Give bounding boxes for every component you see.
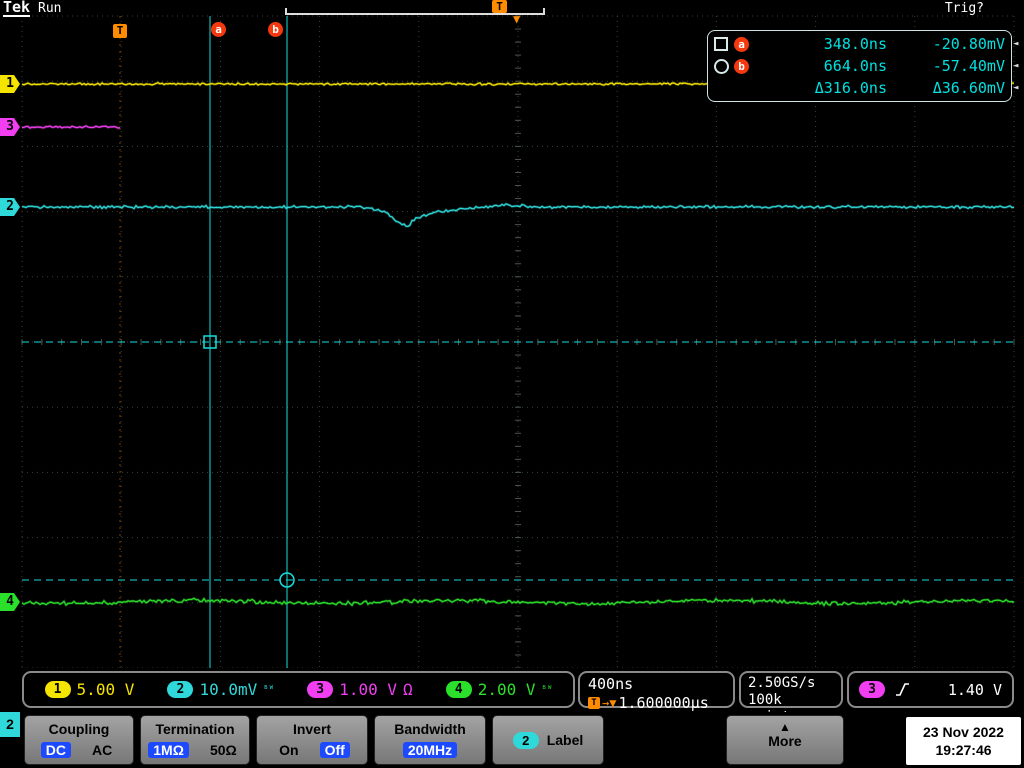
trigger-point-marker: T [113,24,127,38]
invert-on-option[interactable]: On [274,742,303,758]
cursor-b-time: 664.0ns [823,57,887,75]
cursor-b-badge-small: b [734,58,749,74]
trigger-delay: 1.600000µs [618,694,709,712]
timebase-readout: 400ns T →▼ 1.600000µs [578,671,735,712]
channel4-bandwidth-limit-icon: ᴮᵂ [541,684,553,695]
cursor-b-circle-icon [714,58,729,74]
bandwidth-title: Bandwidth [394,721,466,737]
invert-button[interactable]: Invert On Off [256,715,368,765]
cursor-readout-box: a 348.0ns -20.80mV b 664.0ns -57.40mV Δ3… [707,30,1012,102]
trigger-readout: 3 1.40 V [847,671,1014,708]
cursor-delta-time: Δ316.0ns [814,79,887,97]
cursor-a-time: 348.0ns [823,35,887,53]
channel3-volts-div: 1.00 V [339,680,397,699]
coupling-title: Coupling [48,721,110,737]
timebase-scale: 400ns [588,675,634,693]
termination-1meg-option[interactable]: 1MΩ [148,742,189,758]
tek-logo: Tek [3,0,31,17]
label-title: Label [546,732,584,748]
cursor-readout-arrow-icon: ◄ [1013,61,1019,71]
more-title: More [768,733,802,749]
coupling-ac-option[interactable]: AC [87,742,117,758]
cursor-a-square-icon [714,37,728,51]
status-bar: 1 5.00 V 2 10.0mV ᴮᵂ 3 1.00 V Ω 4 2.00 V… [0,668,1024,725]
cursor-readout-arrow-icon: ◄ [1013,83,1019,93]
record-trigger-marker: T [492,0,507,13]
sample-rate: 2.50GS/s [748,675,816,691]
time: 19:27:46 [935,742,992,758]
channel1-scale: 1 5.00 V [44,680,135,699]
termination-button[interactable]: Termination 1MΩ 50Ω [140,715,250,765]
date: 23 Nov 2022 [923,724,1004,740]
trigger-status: Trig? [944,1,984,16]
channel2-volts-div: 10.0mV [199,680,258,699]
channel2-badge: 2 [167,681,194,698]
acquisition-status: Run [38,1,62,16]
acquisition-readout: 2.50GS/s 100k points [739,671,843,725]
label-channel-badge: 2 [512,731,539,749]
channel2-menu-tab[interactable]: 2 [0,712,20,737]
invert-off-option[interactable]: Off [319,742,350,758]
termination-title: Termination [155,721,235,737]
channel3-scale: 3 1.00 V Ω [307,680,413,699]
termination-50ohm-option[interactable]: 50Ω [205,742,242,758]
cursor-b-badge: b [268,22,283,37]
cursor-b-value: -57.40mV [932,57,1005,75]
channel-scale-readout: 1 5.00 V 2 10.0mV ᴮᵂ 3 1.00 V Ω 4 2.00 V… [22,671,575,708]
cursor-a-badge-small: a [734,36,749,52]
trigger-source-badge: 3 [859,681,885,698]
waveform-display [21,15,1015,669]
trigger-t-icon: T [588,697,600,709]
more-button[interactable]: ▲ More [726,715,844,765]
channel1-volts-div: 5.00 V [76,680,135,699]
channel4-volts-div: 2.00 V [477,680,536,699]
coupling-dc-option[interactable]: DC [40,742,71,758]
bandwidth-20mhz-option[interactable]: 20MHz [402,742,458,758]
record-view-bar [285,8,545,15]
cursor-a-badge: a [211,22,226,37]
trigger-level: 1.40 V [947,680,1002,699]
cursor-a-value: -20.80mV [932,35,1005,53]
coupling-button[interactable]: Coupling DC AC [24,715,134,765]
rising-edge-icon [896,683,909,696]
invert-title: Invert [292,721,332,737]
delay-arrow-icon: →▼ [602,696,617,710]
bandwidth-button[interactable]: Bandwidth 20MHz [374,715,486,765]
channel4-scale: 4 2.00 V ᴮᵂ [445,680,553,699]
cursor-readout-arrow-icon: ◄ [1013,39,1019,49]
cursor-delta-value: Δ36.60mV [932,79,1005,97]
channel3-impedance: Ω [403,680,413,699]
oscilloscope-screen: Tek Run T Trig? ▼ T a b 1 3 2 4 a 348.0n… [0,0,1024,768]
channel2-scale: 2 10.0mV ᴮᵂ [167,680,274,699]
label-button[interactable]: 2 Label [492,715,604,765]
channel4-badge: 4 [445,681,472,698]
channel3-badge: 3 [307,681,334,698]
datetime-display: 23 Nov 2022 19:27:46 [906,717,1021,765]
channel2-bandwidth-limit-icon: ᴮᵂ [263,684,275,695]
more-up-arrow-icon: ▲ [779,720,791,734]
channel1-badge: 1 [44,681,71,698]
menu-bar: 2 Coupling DC AC Termination 1MΩ 50Ω Inv… [0,712,1024,768]
trigger-position-icon: ▼ [513,12,521,26]
